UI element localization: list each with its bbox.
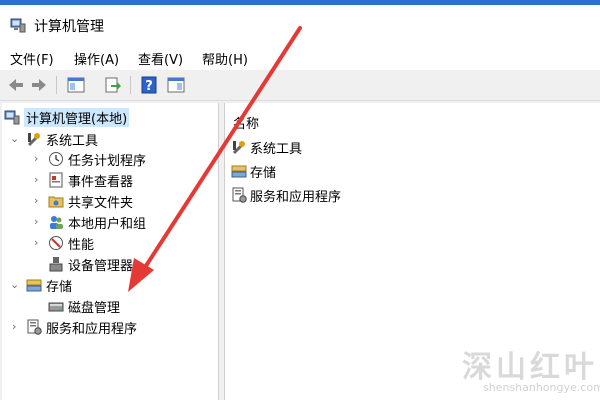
annotation-arrow [128, 26, 302, 292]
watermark-text: 深山红叶 [462, 350, 598, 385]
watermark-url: shenshanhongye.com [483, 381, 600, 394]
